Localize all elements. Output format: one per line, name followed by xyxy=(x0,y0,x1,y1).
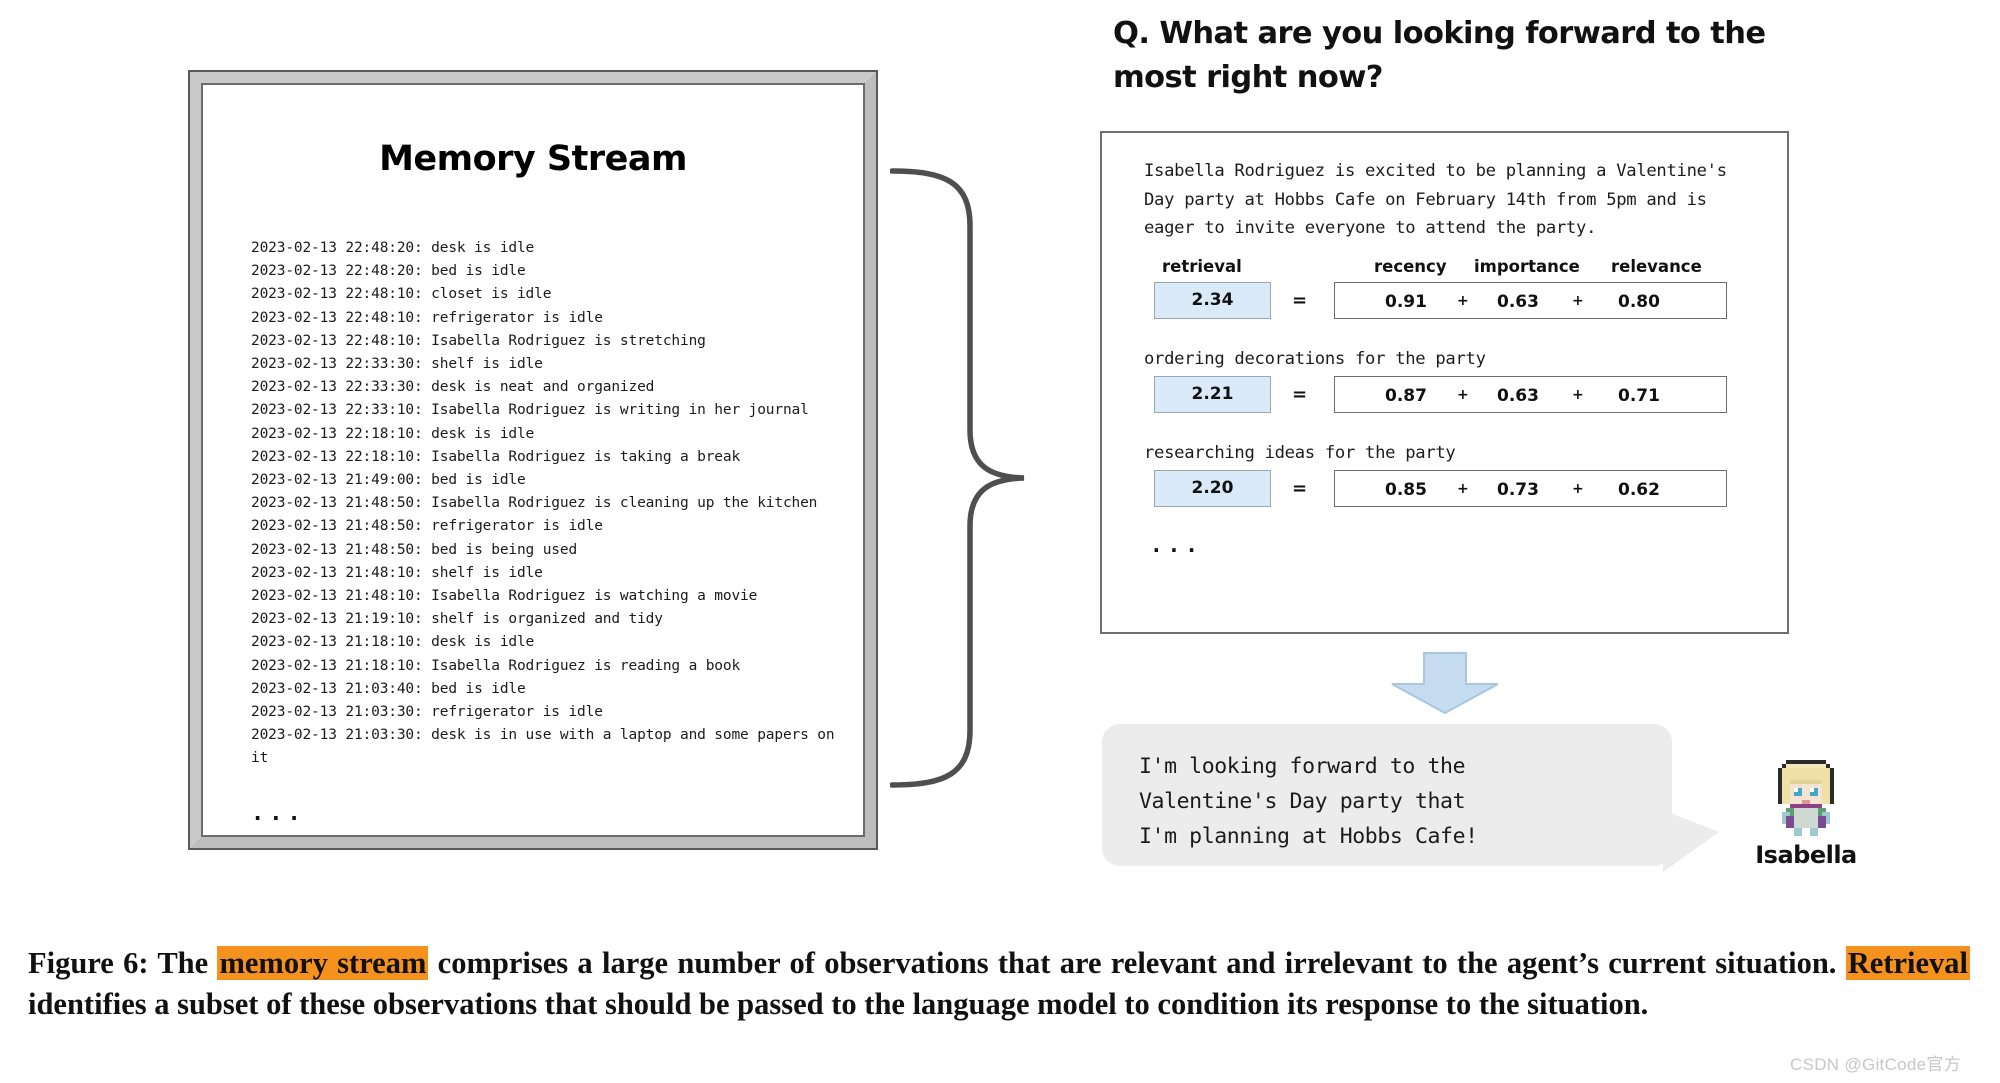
caption-middle-1: comprises a large number of observations… xyxy=(428,946,1846,980)
retrieval-score-row: 2.20 = 0.85 +0.73 +0.62 xyxy=(1144,469,1764,507)
retrieval-score-value: 2.21 xyxy=(1154,375,1271,413)
memory-stream-line: 2023-02-13 21:03:30: desk is in use with… xyxy=(251,727,844,767)
header-retrieval: retrieval xyxy=(1162,256,1242,276)
memory-stream-ellipsis: ... xyxy=(251,800,306,826)
memory-stream-frame: Memory Stream 2023-02-13 22:48:20: desk … xyxy=(188,70,878,850)
caption-highlight-retrieval: Retrieval xyxy=(1845,946,1970,980)
avatar-name: Isabella xyxy=(1755,841,1857,869)
retrieved-memory-description: ordering decorations for the party xyxy=(1144,348,1486,369)
equals-sign: = xyxy=(1292,383,1308,405)
figure-caption: Figure 6: The memory stream comprises a … xyxy=(28,943,1970,1025)
retrieved-memory-description: researching ideas for the party xyxy=(1144,442,1456,463)
retrieval-ellipsis: ... xyxy=(1150,532,1203,557)
memory-stream-line: 2023-02-13 21:48:50: refrigerator is idl… xyxy=(251,518,603,535)
memory-stream-line: 2023-02-13 22:48:10: refrigerator is idl… xyxy=(251,309,603,326)
relevance-value: 0.62 xyxy=(1618,479,1660,500)
retrieval-panel: Isabella Rodriguez is excited to be plan… xyxy=(1100,131,1789,634)
header-recency: recency xyxy=(1374,256,1447,276)
importance-value: 0.63 xyxy=(1497,385,1539,406)
memory-stream-line: 2023-02-13 22:18:10: Isabella Rodriguez … xyxy=(251,448,741,465)
memory-stream-line: 2023-02-13 22:48:20: desk is idle xyxy=(251,240,535,256)
memory-stream-line: 2023-02-13 21:18:10: Isabella Rodriguez … xyxy=(251,657,741,674)
retrieval-context-text: Isabella Rodriguez is excited to be plan… xyxy=(1144,161,1737,238)
memory-stream-line: 2023-02-13 21:03:30: refrigerator is idl… xyxy=(251,704,603,721)
importance-value: 0.63 xyxy=(1497,291,1539,312)
plus-sign: + xyxy=(1572,386,1584,403)
avatar: Isabella xyxy=(1736,752,1876,869)
memory-stream-line: 2023-02-13 21:19:10: shelf is organized … xyxy=(251,611,663,628)
importance-value: 0.73 xyxy=(1497,479,1539,500)
plus-sign: + xyxy=(1572,292,1584,309)
curly-brace-connector xyxy=(890,168,1025,788)
plus-sign: + xyxy=(1457,480,1469,497)
memory-stream-line: 2023-02-13 21:18:10: desk is idle xyxy=(251,634,535,651)
memory-stream-line: 2023-02-13 21:49:00: bed is idle xyxy=(251,472,526,489)
retrieval-rows: retrieval recency importance relevance 2.34 =… xyxy=(1102,257,1787,507)
memory-stream-title: Memory Stream xyxy=(379,139,687,179)
memory-stream-line: 2023-02-13 22:48:10: closet is idle xyxy=(251,286,552,303)
caption-middle-2: identifies a subset of these observation… xyxy=(28,987,1649,1021)
plus-sign: + xyxy=(1572,480,1584,497)
header-importance: importance xyxy=(1474,256,1580,276)
relevance-value: 0.80 xyxy=(1618,291,1660,312)
memory-stream-line: 2023-02-13 22:48:20: bed is idle xyxy=(251,263,526,280)
memory-stream-line: 2023-02-13 22:33:30: shelf is idle xyxy=(251,356,543,373)
memory-stream-line: 2023-02-13 21:48:10: Isabella Rodriguez … xyxy=(251,588,758,605)
retrieval-score-value: 2.20 xyxy=(1154,469,1271,507)
retrieval-score-row: 2.21 = 0.87 +0.63 +0.71 xyxy=(1144,375,1764,413)
caption-prefix: Figure 6: The xyxy=(28,946,218,980)
score-header-row: retrieval recency importance relevance xyxy=(1144,257,1754,279)
memory-stream-line: 2023-02-13 21:48:10: shelf is idle xyxy=(251,564,543,581)
question-heading: Q. What are you looking forward to the m… xyxy=(1113,16,1766,95)
memory-stream-line: 2023-02-13 22:48:10: Isabella Rodriguez … xyxy=(251,332,706,349)
caption-highlight-memory-stream: memory stream xyxy=(217,946,429,980)
recency-value: 0.85 xyxy=(1385,479,1427,500)
memory-stream-line: 2023-02-13 21:03:40: bed is idle xyxy=(251,680,526,697)
memory-stream-line: 2023-02-13 21:48:50: bed is being used xyxy=(251,541,578,558)
isabella-avatar-icon xyxy=(1778,760,1834,836)
memory-stream-line: 2023-02-13 22:33:10: Isabella Rodriguez … xyxy=(251,402,809,419)
score-components-box: 0.85 +0.73 +0.62 xyxy=(1334,469,1727,507)
score-components-box: 0.91 +0.63 +0.80 xyxy=(1334,281,1727,319)
retrieval-score-row: 2.34 = 0.91 +0.63 +0.80 xyxy=(1144,281,1764,319)
response-speech-bubble: I'm looking forward to the Valentine's D… xyxy=(1102,724,1672,866)
memory-stream-panel: Memory Stream 2023-02-13 22:48:20: desk … xyxy=(201,83,865,837)
memory-stream-list: 2023-02-13 22:48:20: desk is idle 2023-02… xyxy=(251,237,851,771)
speech-bubble-tail xyxy=(1663,810,1719,872)
down-arrow-icon xyxy=(1391,652,1499,714)
memory-stream-line: 2023-02-13 22:18:10: desk is idle xyxy=(251,425,535,442)
watermark: CSDN @GitCode官方 xyxy=(1790,1055,1962,1074)
plus-sign: + xyxy=(1457,292,1469,309)
memory-stream-line: 2023-02-13 21:48:50: Isabella Rodriguez … xyxy=(251,495,818,512)
equals-sign: = xyxy=(1292,477,1308,499)
memory-stream-line: 2023-02-13 22:33:30: desk is neat and or… xyxy=(251,379,655,396)
header-relevance: relevance xyxy=(1611,256,1702,276)
retrieval-score-value: 2.34 xyxy=(1154,281,1271,319)
equals-sign: = xyxy=(1292,289,1308,311)
relevance-value: 0.71 xyxy=(1618,385,1660,406)
score-components-box: 0.87 +0.63 +0.71 xyxy=(1334,375,1727,413)
recency-value: 0.87 xyxy=(1385,385,1427,406)
plus-sign: + xyxy=(1457,386,1469,403)
response-text: I'm looking forward to the Valentine's D… xyxy=(1139,754,1478,849)
recency-value: 0.91 xyxy=(1385,291,1427,312)
